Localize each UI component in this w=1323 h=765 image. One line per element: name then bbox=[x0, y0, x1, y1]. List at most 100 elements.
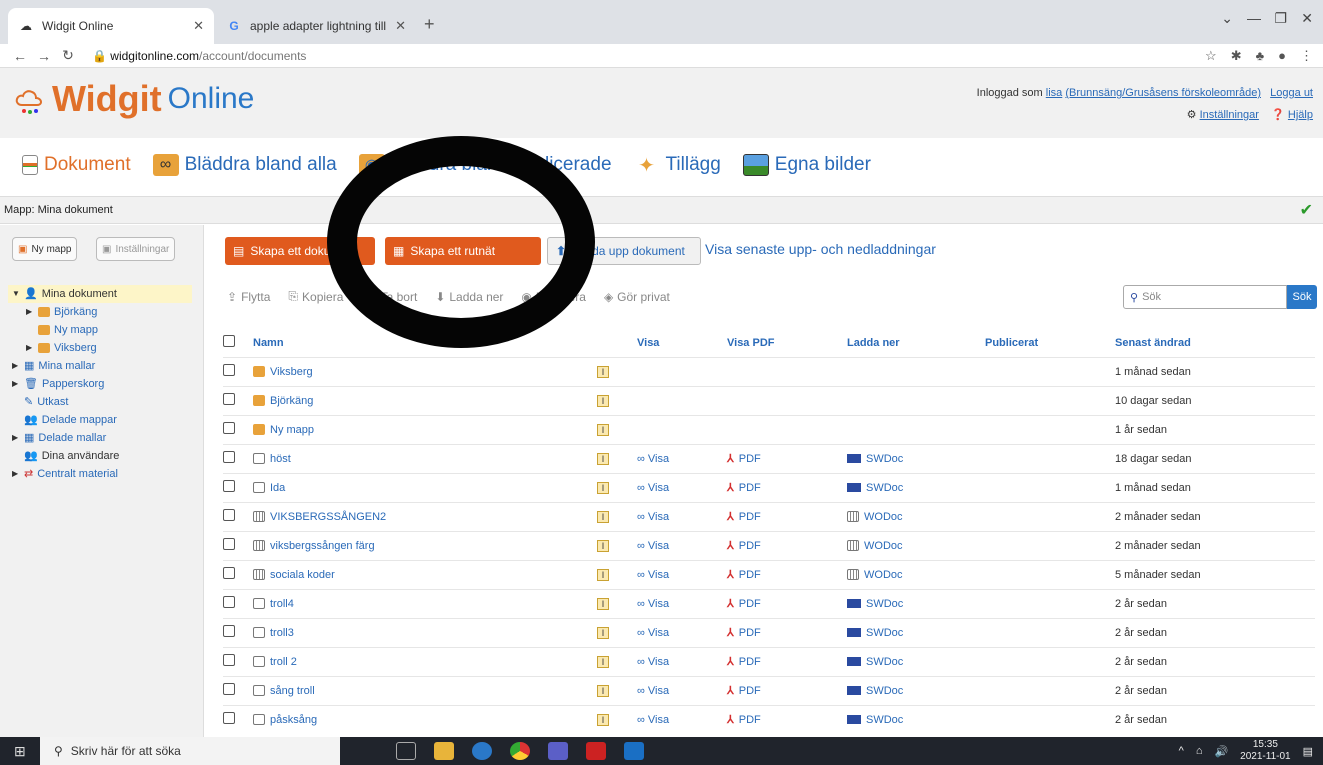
nav-own-images[interactable]: Egna bilder bbox=[742, 154, 871, 176]
row-checkbox[interactable] bbox=[223, 480, 235, 492]
row-view-link[interactable]: Visa bbox=[648, 714, 669, 726]
row-checkbox[interactable] bbox=[223, 654, 235, 666]
row-view-link[interactable]: Visa bbox=[648, 685, 669, 697]
nav-browse-published[interactable]: ◉ Bläddra bland publicerade bbox=[358, 154, 612, 176]
col-name[interactable]: Namn bbox=[253, 329, 597, 357]
delete-button[interactable]: 🗑 Ta bort bbox=[361, 289, 417, 304]
close-tab-icon[interactable]: ✕ bbox=[193, 18, 204, 34]
back-icon[interactable]: ← bbox=[8, 48, 32, 64]
caret-right-icon[interactable]: ▶ bbox=[12, 375, 20, 393]
row-name-cell[interactable]: troll4 bbox=[253, 588, 597, 618]
star-icon[interactable]: ☆ bbox=[1205, 48, 1217, 64]
upload-document-button[interactable]: ⬆ Ladda upp dokument bbox=[547, 237, 701, 265]
outlook-icon[interactable] bbox=[624, 742, 644, 760]
org-link[interactable]: (Brunnsäng/Grusåsens förskoleområde) bbox=[1065, 87, 1261, 99]
table-row[interactable]: sång troll I ∞ Visa ⅄ PDF SWDoc 2 år sedan bbox=[223, 675, 1315, 705]
help-link[interactable]: Hjälp bbox=[1288, 109, 1313, 121]
tab-widgit[interactable]: ☁ Widgit Online ✕ bbox=[8, 8, 214, 44]
rename-icon[interactable]: I bbox=[597, 423, 609, 436]
row-checkbox[interactable] bbox=[223, 393, 235, 405]
tree-item-centralt-material[interactable]: ▶ ⇄ Centralt material bbox=[12, 465, 192, 483]
profile-icon[interactable]: ● bbox=[1278, 48, 1286, 64]
row-checkbox[interactable] bbox=[223, 596, 235, 608]
row-pdf-link[interactable]: PDF bbox=[739, 482, 761, 494]
table-row[interactable]: troll3 I ∞ Visa ⅄ PDF SWDoc 2 år sedan bbox=[223, 617, 1315, 647]
new-tab-icon[interactable]: + bbox=[424, 14, 435, 35]
row-name-cell[interactable]: viksbergssången färg bbox=[253, 530, 597, 560]
row-view-link[interactable]: Visa bbox=[648, 598, 669, 610]
row-download-link[interactable]: SWDoc bbox=[866, 685, 903, 697]
row-checkbox[interactable] bbox=[223, 364, 235, 376]
row-name[interactable]: troll3 bbox=[270, 627, 294, 639]
row-pdf-link[interactable]: PDF bbox=[739, 511, 761, 523]
restore-icon[interactable]: ❐ bbox=[1274, 10, 1287, 27]
table-row[interactable]: sociala koder I ∞ Visa ⅄ PDF WODoc 5 månader s… bbox=[223, 559, 1315, 589]
rename-icon[interactable]: I bbox=[597, 568, 609, 581]
rename-icon[interactable]: I bbox=[597, 655, 609, 668]
row-view-link[interactable]: Visa bbox=[648, 482, 669, 494]
extension-icon[interactable]: ✱ bbox=[1231, 48, 1242, 64]
row-name[interactable]: viksbergssången färg bbox=[270, 540, 375, 552]
row-checkbox[interactable] bbox=[223, 712, 235, 725]
tree-item-utkast[interactable]: ✎ Utkast bbox=[12, 393, 192, 411]
rename-icon[interactable]: I bbox=[597, 539, 609, 552]
row-name[interactable]: Ny mapp bbox=[270, 424, 314, 436]
row-name[interactable]: VIKSBERGSSÅNGEN2 bbox=[270, 511, 386, 523]
row-pdf-link[interactable]: PDF bbox=[739, 714, 761, 726]
row-download-link[interactable]: SWDoc bbox=[866, 714, 903, 726]
row-name[interactable]: höst bbox=[270, 453, 291, 465]
row-name-cell[interactable]: höst bbox=[253, 443, 597, 473]
row-view-link[interactable]: Visa bbox=[648, 453, 669, 465]
rename-icon[interactable]: I bbox=[597, 452, 609, 465]
windows-start-icon[interactable]: ⊞ bbox=[14, 743, 26, 760]
row-checkbox[interactable] bbox=[223, 567, 235, 579]
caret-right-icon[interactable]: ▶ bbox=[26, 303, 34, 321]
taskbar-search[interactable]: ⚲ Skriv här för att söka bbox=[40, 737, 340, 765]
rename-icon[interactable]: I bbox=[597, 365, 609, 378]
table-row[interactable]: troll 2 I ∞ Visa ⅄ PDF SWDoc 2 år sedan bbox=[223, 646, 1315, 676]
row-download-link[interactable]: WODoc bbox=[864, 569, 903, 581]
search-input[interactable]: ⚲ Sök bbox=[1123, 285, 1287, 309]
url-field[interactable]: 🔒 widgitonline.com/account/documents bbox=[92, 49, 306, 63]
menu-icon[interactable]: ⋮ bbox=[1300, 48, 1313, 64]
row-view-link[interactable]: Visa bbox=[648, 540, 669, 552]
table-row[interactable]: Ida I ∞ Visa ⅄ PDF SWDoc 1 månad sedan bbox=[223, 472, 1315, 502]
widgit-logo[interactable]: Widgit Online bbox=[14, 78, 254, 120]
notification-icon[interactable]: ▤ bbox=[1303, 745, 1313, 758]
rename-icon[interactable]: I bbox=[597, 481, 609, 494]
tree-item-dina-anvandare[interactable]: 👥 Dina användare bbox=[12, 447, 192, 465]
row-name-cell[interactable]: sång troll bbox=[253, 675, 597, 705]
table-row[interactable]: påsksång I ∞ Visa ⅄ PDF SWDoc 2 år sedan bbox=[223, 704, 1315, 734]
caret-right-icon[interactable]: ▶ bbox=[12, 357, 20, 375]
row-pdf-link[interactable]: PDF bbox=[739, 656, 761, 668]
row-name-cell[interactable]: Björkäng bbox=[253, 385, 597, 415]
publish-button[interactable]: ◉ Publicera bbox=[521, 289, 586, 304]
row-checkbox[interactable] bbox=[223, 451, 235, 463]
search-button[interactable]: Sök bbox=[1287, 285, 1317, 309]
minimize-icon[interactable]: — bbox=[1247, 10, 1261, 26]
nav-browse-all[interactable]: ∞ Bläddra bland alla bbox=[152, 154, 337, 176]
create-document-button[interactable]: ▤ Skapa ett dokument bbox=[225, 237, 375, 265]
row-name[interactable]: troll 2 bbox=[270, 656, 297, 668]
row-download-link[interactable]: SWDoc bbox=[866, 656, 903, 668]
tree-item-delade-mappar[interactable]: 👥 Delade mappar bbox=[12, 411, 192, 429]
new-folder-button[interactable]: ▣ Ny mapp bbox=[12, 237, 78, 261]
rename-icon[interactable]: I bbox=[597, 597, 609, 610]
checkmark-icon[interactable]: ✔ bbox=[1300, 200, 1313, 220]
caret-right-icon[interactable]: ▶ bbox=[26, 339, 34, 357]
row-name-cell[interactable]: VIKSBERGSSÅNGEN2 bbox=[253, 501, 597, 531]
user-link[interactable]: lisa bbox=[1046, 87, 1063, 99]
row-name[interactable]: Ida bbox=[270, 482, 285, 494]
row-name-cell[interactable]: påsksång bbox=[253, 704, 597, 734]
make-private-button[interactable]: ◈ Gör privat bbox=[604, 289, 670, 304]
row-name[interactable]: troll4 bbox=[270, 598, 294, 610]
row-download-link[interactable]: SWDoc bbox=[866, 627, 903, 639]
row-checkbox[interactable] bbox=[223, 422, 235, 434]
table-row[interactable]: Björkäng I 10 dagar sedan bbox=[223, 385, 1315, 415]
rename-icon[interactable]: I bbox=[597, 626, 609, 639]
create-grid-button[interactable]: ▦ Skapa ett rutnät bbox=[385, 237, 541, 265]
col-senast-andrad[interactable]: Senast ändrad bbox=[1115, 329, 1315, 357]
tree-item-viksberg[interactable]: ▶ Viksberg bbox=[12, 339, 192, 357]
forward-icon[interactable]: → bbox=[32, 48, 56, 64]
tree-item-mina-mallar[interactable]: ▶ ▦ Mina mallar bbox=[12, 357, 192, 375]
